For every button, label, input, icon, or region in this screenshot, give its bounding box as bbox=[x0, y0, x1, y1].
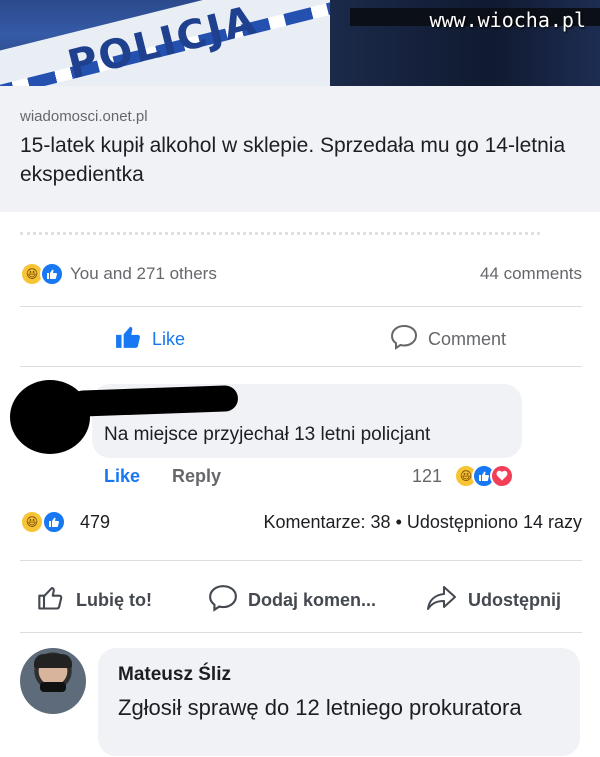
comment-bubble-icon bbox=[390, 324, 418, 355]
police-car-photo: POLICJA www.wiocha.pl bbox=[0, 0, 600, 86]
share-button[interactable]: Udostępnij bbox=[426, 584, 561, 617]
comment-actions: Like Reply 121 😆 bbox=[104, 464, 524, 490]
share-reaction-summary: 😆 479 Komentarze: 38 • Udostępniono 14 r… bbox=[20, 510, 582, 538]
comments-count[interactable]: 44 comments bbox=[480, 264, 582, 284]
share-arrow-icon bbox=[426, 584, 458, 617]
haha-icon: 😆 bbox=[20, 510, 44, 534]
comment-button[interactable]: Dodaj komen... bbox=[208, 584, 376, 617]
like-label: Like bbox=[152, 329, 186, 349]
faded-artifact bbox=[20, 232, 540, 242]
post-action-bar: Like Comment bbox=[0, 318, 600, 362]
watermark: www.wiocha.pl bbox=[429, 8, 586, 32]
reaction-count[interactable]: 479 bbox=[80, 512, 110, 533]
post-reaction-summary: 😆 You and 271 others 44 comments bbox=[20, 262, 582, 288]
comment-reply-button[interactable]: Reply bbox=[172, 466, 221, 487]
avatar-mask bbox=[40, 682, 66, 692]
reaction-people-text[interactable]: You and 271 others bbox=[70, 264, 217, 284]
share-action-bar: Lubię to! Dodaj komen... Udostępnij bbox=[0, 576, 600, 620]
thumbs-up-outline-icon bbox=[36, 584, 66, 617]
divider bbox=[20, 306, 582, 307]
like-icon bbox=[42, 510, 66, 534]
comment-label: Dodaj komen... bbox=[248, 590, 377, 610]
share-label: Udostępnij bbox=[468, 590, 561, 610]
like-button[interactable]: Lubię to! bbox=[36, 584, 152, 617]
thumbs-up-icon bbox=[114, 324, 142, 355]
comment-reaction-count[interactable]: 121 bbox=[412, 466, 442, 487]
comment-button[interactable]: Comment bbox=[390, 324, 506, 355]
divider bbox=[20, 366, 582, 367]
comments-shares-text[interactable]: Komentarze: 38 • Udostępniono 14 razy bbox=[264, 512, 583, 533]
link-title[interactable]: 15-latek kupił alkohol w sklepie. Sprzed… bbox=[20, 131, 590, 189]
comment-text: Na miejsce przyjechał 13 letni policjant bbox=[104, 424, 431, 445]
comment-author[interactable]: Mateusz Śliz bbox=[118, 664, 231, 686]
link-preview-card[interactable]: wiadomosci.onet.pl 15-latek kupił alkoho… bbox=[0, 86, 600, 212]
like-button[interactable]: Like bbox=[114, 324, 185, 355]
avatar[interactable] bbox=[20, 648, 86, 714]
comment-reaction-icons[interactable]: 😆 bbox=[454, 464, 524, 488]
divider bbox=[20, 632, 582, 633]
comment-text: Zgłosił sprawę do 12 letniego prokurator… bbox=[118, 695, 522, 720]
comment-label: Comment bbox=[428, 329, 507, 349]
love-icon bbox=[490, 464, 514, 488]
like-icon bbox=[40, 262, 64, 286]
comment-like-button[interactable]: Like bbox=[104, 466, 140, 487]
avatar-hat bbox=[34, 654, 72, 668]
divider bbox=[20, 560, 582, 561]
reaction-icons[interactable]: 😆 bbox=[20, 262, 70, 286]
like-label: Lubię to! bbox=[76, 590, 152, 610]
comment-bubble-icon bbox=[208, 584, 238, 617]
link-domain: wiadomosci.onet.pl bbox=[20, 108, 148, 125]
reaction-icons[interactable]: 😆 bbox=[20, 510, 70, 534]
